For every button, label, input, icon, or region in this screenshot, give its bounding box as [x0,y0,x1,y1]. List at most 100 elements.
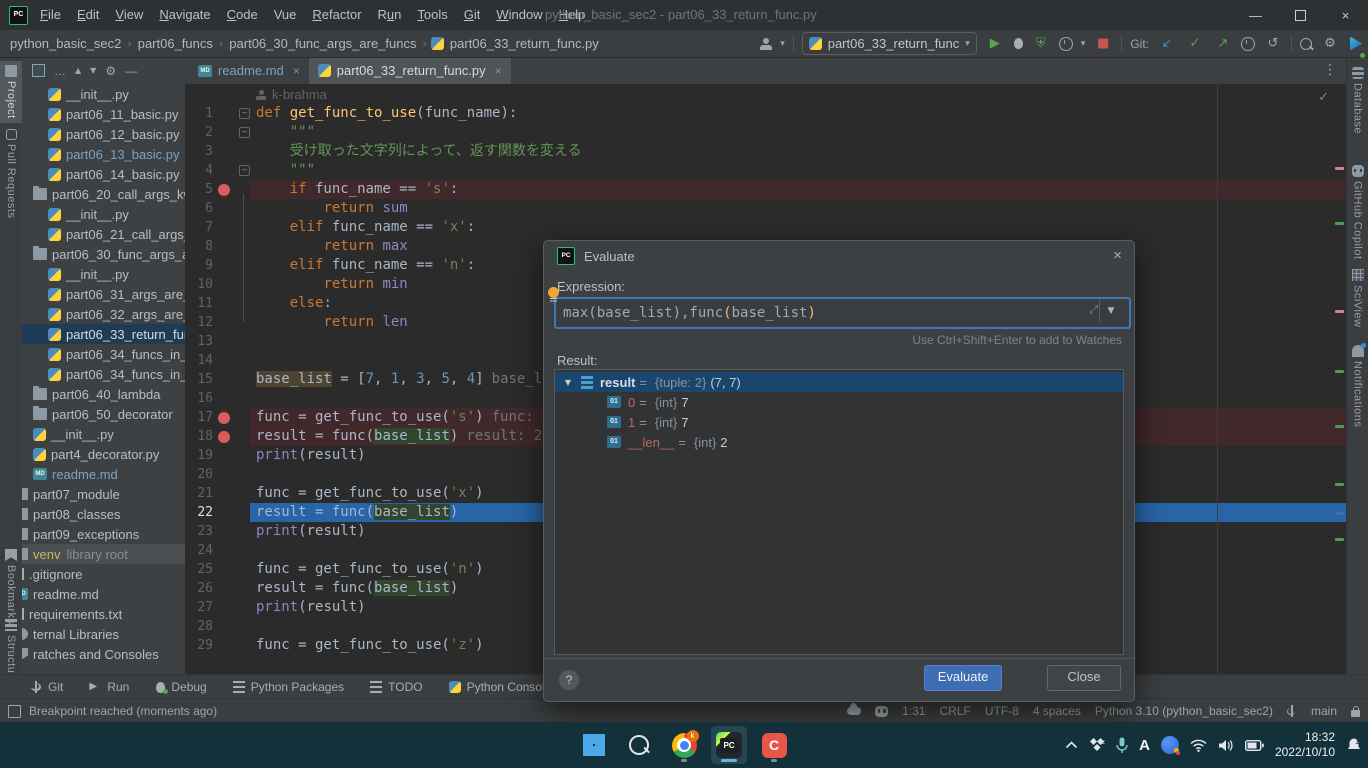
result-tree[interactable]: ▼ result = {tuple: 2} (7, 7) 010={int}70… [554,369,1124,655]
result-child-row[interactable]: 01__len__={int}2 [555,432,1123,452]
line-number[interactable]: 14 [185,351,213,370]
line-number[interactable]: 4 [185,161,213,180]
help-button[interactable]: ? [559,670,579,690]
taskbar-clock[interactable]: 18:32 2022/10/10 [1275,730,1335,760]
vcs-change-mark[interactable] [1335,222,1344,225]
sidebar-item-database[interactable]: Database [1347,67,1368,134]
tree-item[interactable]: MDreadme.md [22,584,185,604]
collapse-all-icon[interactable]: ▼ [90,66,96,75]
close-tab-icon[interactable]: × [293,64,300,78]
lock-icon[interactable] [1351,710,1360,717]
breadcrumb-item[interactable]: part06_33_return_func.py [448,36,601,51]
line-number[interactable]: 24 [185,541,213,560]
line-number[interactable]: 29 [185,636,213,655]
sidebar-item-pull-requests[interactable]: Pull Requests [0,129,22,218]
tree-item[interactable]: __init__.py [22,84,185,104]
tree-item[interactable]: __init__.py [22,424,185,444]
ime-indicator[interactable]: A [1139,737,1150,754]
tab-part06-33-return-func[interactable]: part06_33_return_func.py × [309,57,511,84]
speaker-icon[interactable] [1218,739,1234,752]
select-opened-file-icon[interactable] [32,64,45,77]
line-number[interactable]: 19 [185,446,213,465]
result-root-row[interactable]: ▼ result = {tuple: 2} (7, 7) [555,372,1123,392]
git-commit-icon[interactable]: ✓ [1185,36,1205,51]
tree-item[interactable]: part06_20_call_args_kwargs [22,184,185,204]
line-number[interactable]: 21 [185,484,213,503]
vcs-change-mark[interactable] [1335,512,1344,515]
microphone-icon[interactable] [1116,737,1128,753]
profiler-button[interactable] [1059,37,1073,51]
line-number[interactable]: 5 [185,180,213,199]
settings-gear-icon[interactable]: ⚙ [1320,36,1340,51]
minimize-button[interactable]: — [1233,0,1278,30]
line-number[interactable]: 2 [185,123,213,142]
line-number[interactable]: 9 [185,256,213,275]
close-tab-icon[interactable]: × [495,64,502,78]
error-stripe[interactable] [1332,84,1347,674]
menu-item-tools[interactable]: Tools [409,0,455,30]
vcs-change-mark[interactable] [1335,310,1344,313]
line-number[interactable]: 11 [185,294,213,313]
vcs-change-mark[interactable] [1335,167,1344,170]
expand-editor-icon[interactable]: ⤢ [1089,303,1098,317]
tree-item[interactable]: part07_module [22,484,185,504]
sidebar-item-bookmarks[interactable]: Bookmarks [0,549,22,625]
user-account-icon[interactable] [760,38,772,50]
fold-icon[interactable]: – [239,108,250,119]
tree-item[interactable]: requirements.txt [22,604,185,624]
history-icon[interactable] [1241,37,1255,51]
menu-item-edit[interactable]: Edit [69,0,107,30]
line-number[interactable]: 12 [185,313,213,332]
tree-item[interactable]: part06_14_basic.py [22,164,185,184]
tree-item[interactable]: part06_21_call_args_kwa [22,224,185,244]
dialog-title-bar[interactable]: PC Evaluate [544,241,1134,271]
result-child-row[interactable]: 011={int}7 [555,412,1123,432]
fold-icon[interactable]: – [239,165,250,176]
indent-style[interactable]: 4 spaces [1033,704,1081,718]
intention-bulb-icon[interactable] [548,287,559,298]
menu-item-view[interactable]: View [107,0,151,30]
inspections-ok-icon[interactable]: ✓ [1318,90,1329,105]
breakpoint-dot[interactable] [218,431,230,443]
line-number[interactable]: 6 [185,199,213,218]
tree-item[interactable]: part06_40_lambda [22,384,185,404]
result-child-row[interactable]: 010={int}7 [555,392,1123,412]
line-number[interactable]: 18 [185,427,213,446]
menu-item-vue[interactable]: Vue [266,0,305,30]
tree-item[interactable]: __init__.py [22,264,185,284]
start-button[interactable] [576,726,612,764]
vcs-change-mark[interactable] [1335,370,1344,373]
tree-item[interactable]: ternal Libraries [22,624,185,644]
line-number[interactable]: 16 [185,389,213,408]
toolwindow-todo[interactable]: TODO [370,680,422,694]
hide-panel-icon[interactable]: — [125,64,137,78]
evaluate-button[interactable]: Evaluate [924,665,1002,691]
battery-icon[interactable] [1245,740,1264,751]
panel-settings-gear-icon[interactable]: ⚙ [105,64,116,78]
line-separator[interactable]: CRLF [939,704,970,718]
caret-position[interactable]: 1:31 [902,704,925,718]
coverage-button[interactable]: ⛨ [1031,36,1051,51]
tree-item[interactable]: part08_classes [22,504,185,524]
expression-input[interactable]: max(base_list),func(base_list) [554,297,1131,329]
python-interpreter[interactable]: Python 3.10 (python_basic_sec2) [1095,704,1273,718]
sidebar-item-notifications[interactable]: Notifications [1347,345,1368,427]
chevron-down-icon[interactable]: ▼ [555,378,581,387]
expression-history-dropdown[interactable]: ▼ [1099,299,1122,323]
breakpoint-dot[interactable] [218,412,230,424]
git-branch-name[interactable]: main [1311,704,1337,718]
tab-readme[interactable]: MD readme.md × [189,57,309,84]
toolwindow-run[interactable]: ▶Run [89,680,129,694]
line-number[interactable]: 1 [185,104,213,123]
tree-item[interactable]: part06_12_basic.py [22,124,185,144]
vcs-change-mark[interactable] [1335,483,1344,486]
toolwindow-debug[interactable]: Debug [155,680,206,694]
tree-item[interactable]: venvlibrary root [22,544,185,564]
toolwindow-git[interactable]: Git [30,680,63,694]
app-tray-icon[interactable] [1161,736,1179,754]
taskbar-camtasia-button[interactable]: C [756,726,792,764]
tree-item[interactable]: part06_34_funcs_in_fun [22,364,185,384]
line-number[interactable]: 15 [185,370,213,389]
line-number[interactable]: 27 [185,598,213,617]
taskbar-search-button[interactable] [621,726,657,764]
